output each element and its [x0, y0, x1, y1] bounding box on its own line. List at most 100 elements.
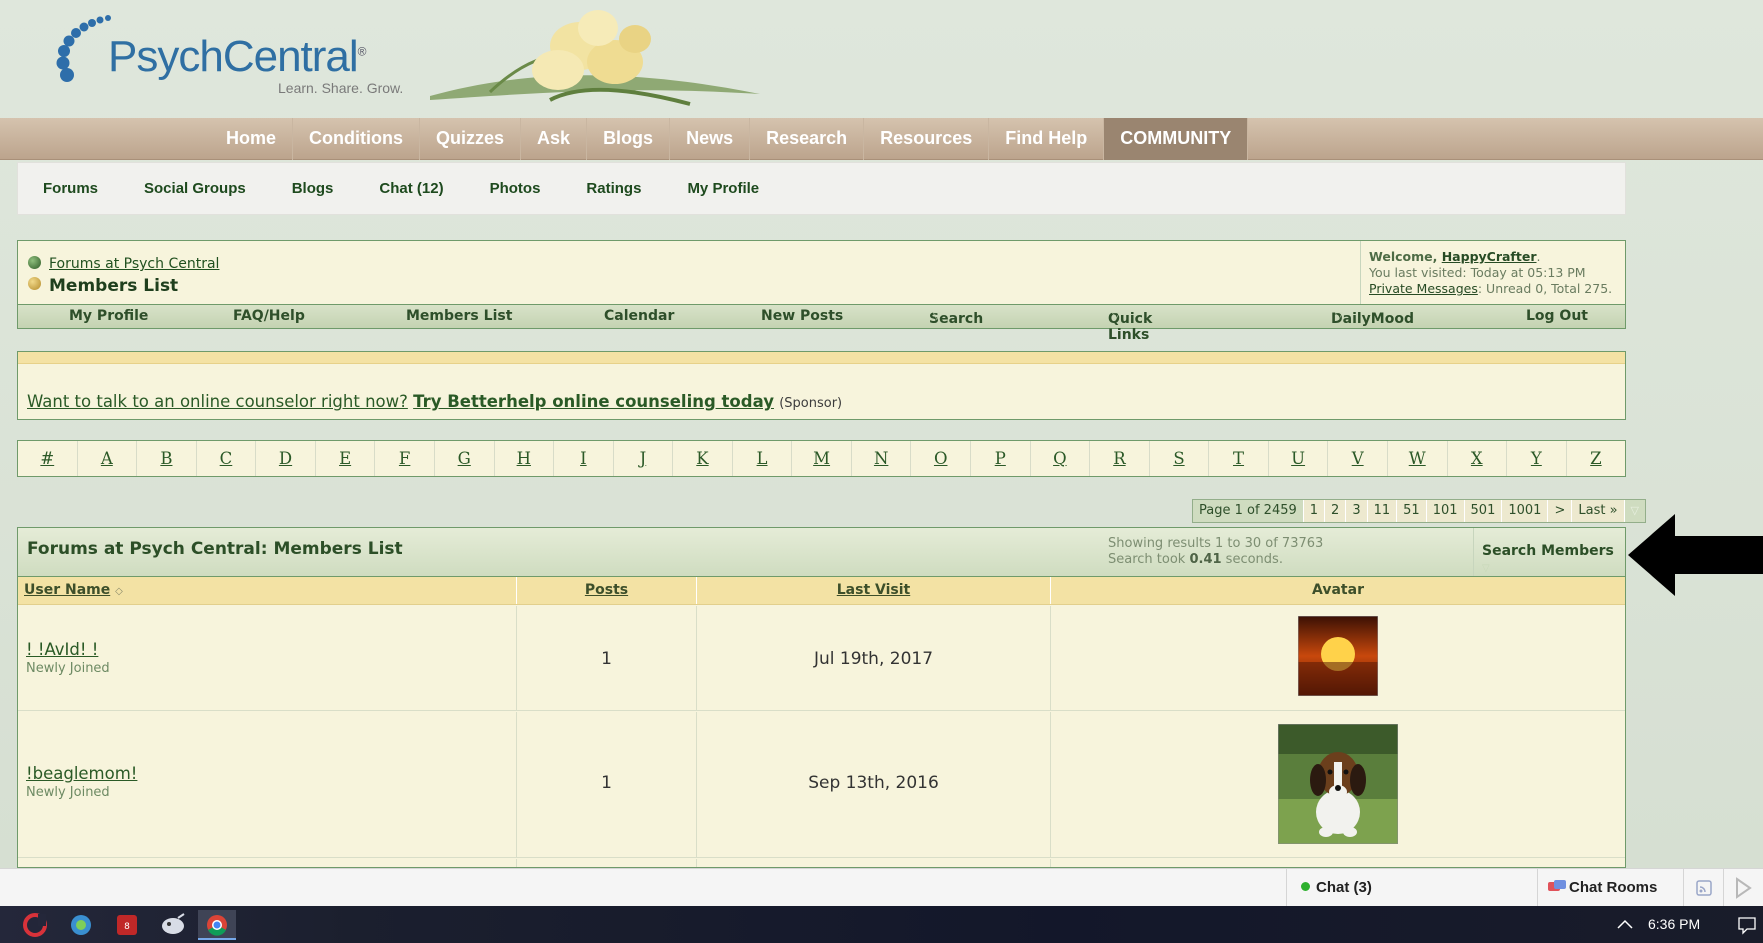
letter-filter-z[interactable]: Z: [1567, 441, 1626, 476]
letter-filter-b[interactable]: B: [137, 441, 197, 476]
page-link-9[interactable]: Last »: [1571, 500, 1623, 522]
letter-filter-v[interactable]: V: [1328, 441, 1388, 476]
toolbar-members-list[interactable]: Members List: [406, 308, 512, 324]
left-arrow-icon: [1628, 514, 1763, 596]
page-link-5[interactable]: 101: [1425, 500, 1464, 522]
letter-filter-i[interactable]: I: [554, 441, 614, 476]
ccleaner-icon[interactable]: [16, 910, 54, 940]
game-app-icon[interactable]: 8: [108, 910, 146, 940]
subnav-chat[interactable]: Chat (12): [379, 180, 443, 197]
avatar-cell: [1051, 606, 1625, 710]
nav-resources[interactable]: Resources: [864, 118, 990, 160]
letter-filter-q[interactable]: Q: [1031, 441, 1091, 476]
betterhelp-link[interactable]: Try Betterhelp online counseling today: [413, 392, 774, 411]
sponsor-text-link[interactable]: Want to talk to an online counselor righ…: [27, 392, 408, 411]
dropdown-arrow-icon: ▽: [1112, 311, 1120, 322]
nav-conditions[interactable]: Conditions: [293, 118, 420, 160]
nav-home[interactable]: Home: [210, 118, 294, 160]
breadcrumb-parent-link[interactable]: Forums at Psych Central: [49, 256, 219, 272]
toolbar-my-profile[interactable]: My Profile: [69, 308, 148, 324]
nav-quizzes[interactable]: Quizzes: [420, 118, 522, 160]
username-link[interactable]: HappyCrafter: [1442, 249, 1537, 264]
letter-filter-r[interactable]: R: [1090, 441, 1150, 476]
letter-filter-l[interactable]: L: [733, 441, 793, 476]
welcome-greeting: Welcome,: [1369, 249, 1442, 264]
letter-filter-e[interactable]: E: [316, 441, 376, 476]
chat-button[interactable]: Chat (3): [1286, 869, 1538, 907]
welcome-panel: Welcome, HappyCrafter. You last visited:…: [1360, 241, 1625, 304]
letter-filter-g[interactable]: G: [435, 441, 495, 476]
letter-filter-k[interactable]: K: [673, 441, 733, 476]
page-link-7[interactable]: 1001: [1501, 500, 1547, 522]
subnav-ratings[interactable]: Ratings: [586, 180, 641, 197]
subnav-social-groups[interactable]: Social Groups: [144, 180, 246, 197]
rss-button[interactable]: [1684, 869, 1724, 907]
letter-filter-a[interactable]: A: [78, 441, 138, 476]
psychcentral-logo[interactable]: PsychCentral® Learn. Share. Grow.: [56, 10, 416, 100]
posts-cell: 1: [517, 712, 697, 857]
letter-filter-s[interactable]: S: [1150, 441, 1210, 476]
letter-filter-j[interactable]: J: [614, 441, 674, 476]
page-link-3[interactable]: 11: [1366, 500, 1397, 522]
page-link-6[interactable]: 501: [1463, 500, 1502, 522]
nav-research[interactable]: Research: [750, 118, 865, 160]
rss-icon: [1696, 880, 1712, 896]
page-label: Page 1 of 2459: [1193, 500, 1303, 522]
letter-filter-hash[interactable]: #: [18, 441, 78, 476]
sunset-avatar[interactable]: [1298, 616, 1378, 696]
subnav-my-profile[interactable]: My Profile: [687, 180, 759, 197]
expand-bar-button[interactable]: [1724, 869, 1763, 907]
last-visit-cell: Jul 19th, 2017: [697, 606, 1051, 710]
letter-filter-c[interactable]: C: [197, 441, 257, 476]
chrome-icon[interactable]: [198, 910, 236, 940]
page-link-4[interactable]: 51: [1396, 500, 1426, 522]
letter-filter-t[interactable]: T: [1209, 441, 1269, 476]
letter-filter-p[interactable]: P: [971, 441, 1031, 476]
subnav-photos[interactable]: Photos: [490, 180, 541, 197]
letter-filter-o[interactable]: O: [911, 441, 971, 476]
private-messages-link[interactable]: Private Messages: [1369, 281, 1478, 296]
letter-filter-h[interactable]: H: [495, 441, 555, 476]
nav-ask[interactable]: Ask: [521, 118, 588, 160]
subnav-blogs[interactable]: Blogs: [292, 180, 334, 197]
letter-filter-f[interactable]: F: [375, 441, 435, 476]
page-link-1[interactable]: 2: [1324, 500, 1345, 522]
online-status-icon: [1301, 882, 1310, 891]
page-link-2[interactable]: 3: [1345, 500, 1366, 522]
search-members-button[interactable]: Search Members ▽: [1473, 528, 1625, 576]
member-name-link[interactable]: ! !AvId! !: [26, 640, 98, 659]
tulips-banner-image: [430, 10, 760, 106]
toolbar-new-posts[interactable]: New Posts: [761, 308, 843, 324]
page-link-0[interactable]: 1: [1302, 500, 1324, 522]
letter-filter-w[interactable]: W: [1388, 441, 1448, 476]
letter-filter-y[interactable]: Y: [1507, 441, 1567, 476]
nav-find-help[interactable]: Find Help: [989, 118, 1105, 160]
nav-blogs[interactable]: Blogs: [587, 118, 671, 160]
network-app-icon[interactable]: [62, 910, 100, 940]
toolbar-calendar[interactable]: Calendar: [604, 308, 674, 324]
subnav-forums[interactable]: Forums: [43, 180, 98, 197]
beagle-puppy-avatar[interactable]: [1278, 724, 1398, 844]
col-last-visit-header[interactable]: Last Visit: [697, 577, 1051, 604]
notifications-icon[interactable]: [1737, 915, 1757, 935]
toolbar-log-out[interactable]: Log Out: [1526, 308, 1588, 324]
letter-filter-u[interactable]: U: [1269, 441, 1329, 476]
page-link-8[interactable]: >: [1547, 500, 1571, 522]
letter-filter-n[interactable]: N: [852, 441, 912, 476]
col-username-header[interactable]: User Name ◇: [18, 577, 517, 604]
chat-bubbles-icon: [1548, 880, 1566, 891]
taskbar-clock[interactable]: 6:36 PM: [1648, 906, 1700, 943]
nav-news[interactable]: News: [670, 118, 751, 160]
app-icon[interactable]: [154, 910, 192, 940]
chevron-up-icon[interactable]: [1615, 916, 1635, 932]
chat-rooms-button[interactable]: Chat Rooms: [1538, 869, 1684, 907]
letter-filter-d[interactable]: D: [256, 441, 316, 476]
member-name-link[interactable]: !beaglemom!: [26, 764, 137, 783]
letter-filter: # A B C D E F G H I J K L M N O P Q R S T U V W X Y Z: [17, 440, 1626, 477]
username-cell: !beaglemom! Newly Joined: [18, 712, 517, 857]
col-posts-header[interactable]: Posts: [517, 577, 697, 604]
letter-filter-m[interactable]: M: [792, 441, 852, 476]
nav-community[interactable]: COMMUNITY: [1104, 118, 1249, 160]
toolbar-faq-help[interactable]: FAQ/Help: [233, 308, 305, 324]
letter-filter-x[interactable]: X: [1448, 441, 1508, 476]
